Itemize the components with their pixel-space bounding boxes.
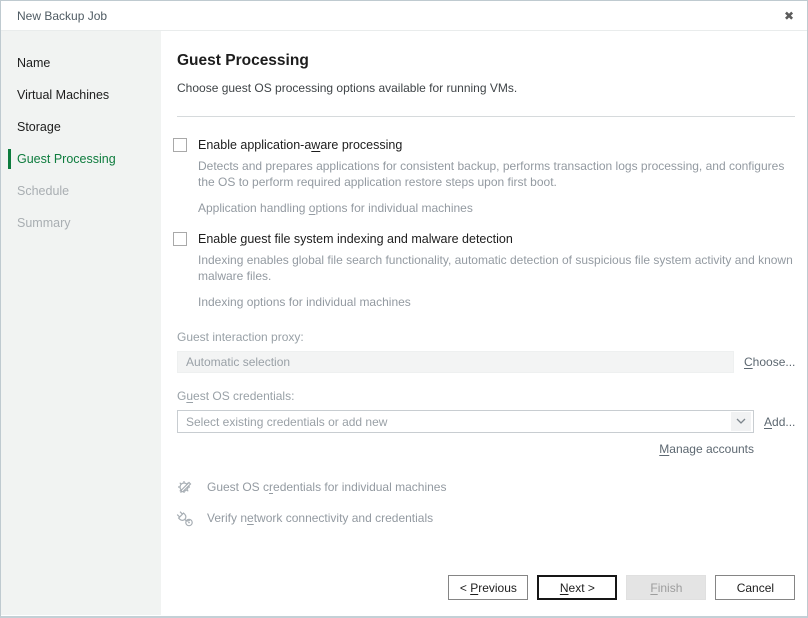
wizard-footer: < Previous Next > Finish Cancel: [448, 575, 795, 600]
app-aware-checkbox-label[interactable]: Enable application-aware processing: [198, 138, 402, 152]
sidebar-item-name[interactable]: Name: [1, 47, 161, 79]
individual-credentials-link[interactable]: Guest OS credentials for individual mach…: [207, 480, 446, 494]
sidebar-item-label: Guest Processing: [17, 152, 116, 166]
guest-os-credentials-select[interactable]: Select existing credentials or add new: [177, 410, 754, 433]
indexing-description: Indexing enables global file search func…: [198, 253, 795, 284]
add-button[interactable]: Add...: [764, 415, 795, 429]
sidebar-item-guest-processing[interactable]: Guest Processing: [1, 143, 161, 175]
verify-network-link[interactable]: Verify network connectivity and credenti…: [207, 511, 433, 525]
indexing-checkbox[interactable]: [173, 232, 187, 246]
app-aware-section: Enable application-aware processing Dete…: [173, 138, 795, 215]
new-backup-job-dialog: New Backup Job ✖ Name Virtual Machines S…: [0, 0, 808, 618]
sidebar-item-label: Storage: [17, 120, 61, 134]
dialog-body: Name Virtual Machines Storage Guest Proc…: [1, 31, 807, 615]
app-aware-checkbox[interactable]: [173, 138, 187, 152]
sidebar-item-label: Schedule: [17, 184, 69, 198]
app-aware-description: Detects and prepares applications for co…: [198, 159, 795, 190]
sidebar-item-label: Summary: [17, 216, 70, 230]
guest-os-credentials-label: Guest OS credentials:: [177, 389, 795, 403]
guest-os-credentials-value: Select existing credentials or add new: [186, 415, 387, 429]
active-step-indicator: [8, 149, 11, 169]
wizard-steps-sidebar: Name Virtual Machines Storage Guest Proc…: [1, 31, 161, 615]
network-plug-icon: [175, 508, 195, 528]
cancel-button[interactable]: Cancel: [715, 575, 795, 600]
next-button[interactable]: Next >: [537, 575, 617, 600]
individual-credentials-row: Guest OS credentials for individual mach…: [175, 477, 795, 497]
page-title: Guest Processing: [177, 52, 795, 70]
guest-interaction-proxy-label: Guest interaction proxy:: [177, 330, 795, 344]
manage-accounts-link[interactable]: Manage accounts: [659, 442, 754, 456]
credentials-gear-pencil-icon: [175, 477, 195, 497]
sidebar-item-schedule[interactable]: Schedule: [1, 175, 161, 207]
indexing-section: Enable guest file system indexing and ma…: [173, 232, 795, 309]
guest-interaction-proxy-value: Automatic selection: [186, 355, 290, 369]
sidebar-item-label: Name: [17, 56, 50, 70]
previous-button[interactable]: < Previous: [448, 575, 528, 600]
title-bar: New Backup Job ✖: [1, 1, 807, 31]
chevron-down-icon[interactable]: [731, 412, 751, 431]
guest-interaction-proxy-field[interactable]: Automatic selection: [177, 351, 734, 373]
page-subtitle: Choose guest OS processing options avail…: [177, 81, 795, 95]
guest-form: Guest interaction proxy: Automatic selec…: [177, 330, 795, 456]
indexing-checkbox-label[interactable]: Enable guest file system indexing and ma…: [198, 232, 513, 246]
app-handling-options-link[interactable]: Application handling options for individ…: [198, 201, 473, 215]
indexing-options-link[interactable]: Indexing options for individual machines: [198, 295, 411, 309]
verify-network-row: Verify network connectivity and credenti…: [175, 508, 795, 528]
sidebar-item-summary[interactable]: Summary: [1, 207, 161, 239]
header-separator: [177, 116, 795, 117]
finish-button[interactable]: Finish: [626, 575, 706, 600]
sidebar-item-virtual-machines[interactable]: Virtual Machines: [1, 79, 161, 111]
window-title: New Backup Job: [17, 9, 107, 23]
sidebar-item-label: Virtual Machines: [17, 88, 109, 102]
guest-processing-page: Guest Processing Choose guest OS process…: [161, 31, 808, 615]
choose-button[interactable]: Choose...: [744, 355, 795, 369]
sidebar-item-storage[interactable]: Storage: [1, 111, 161, 143]
close-icon[interactable]: ✖: [784, 10, 794, 22]
